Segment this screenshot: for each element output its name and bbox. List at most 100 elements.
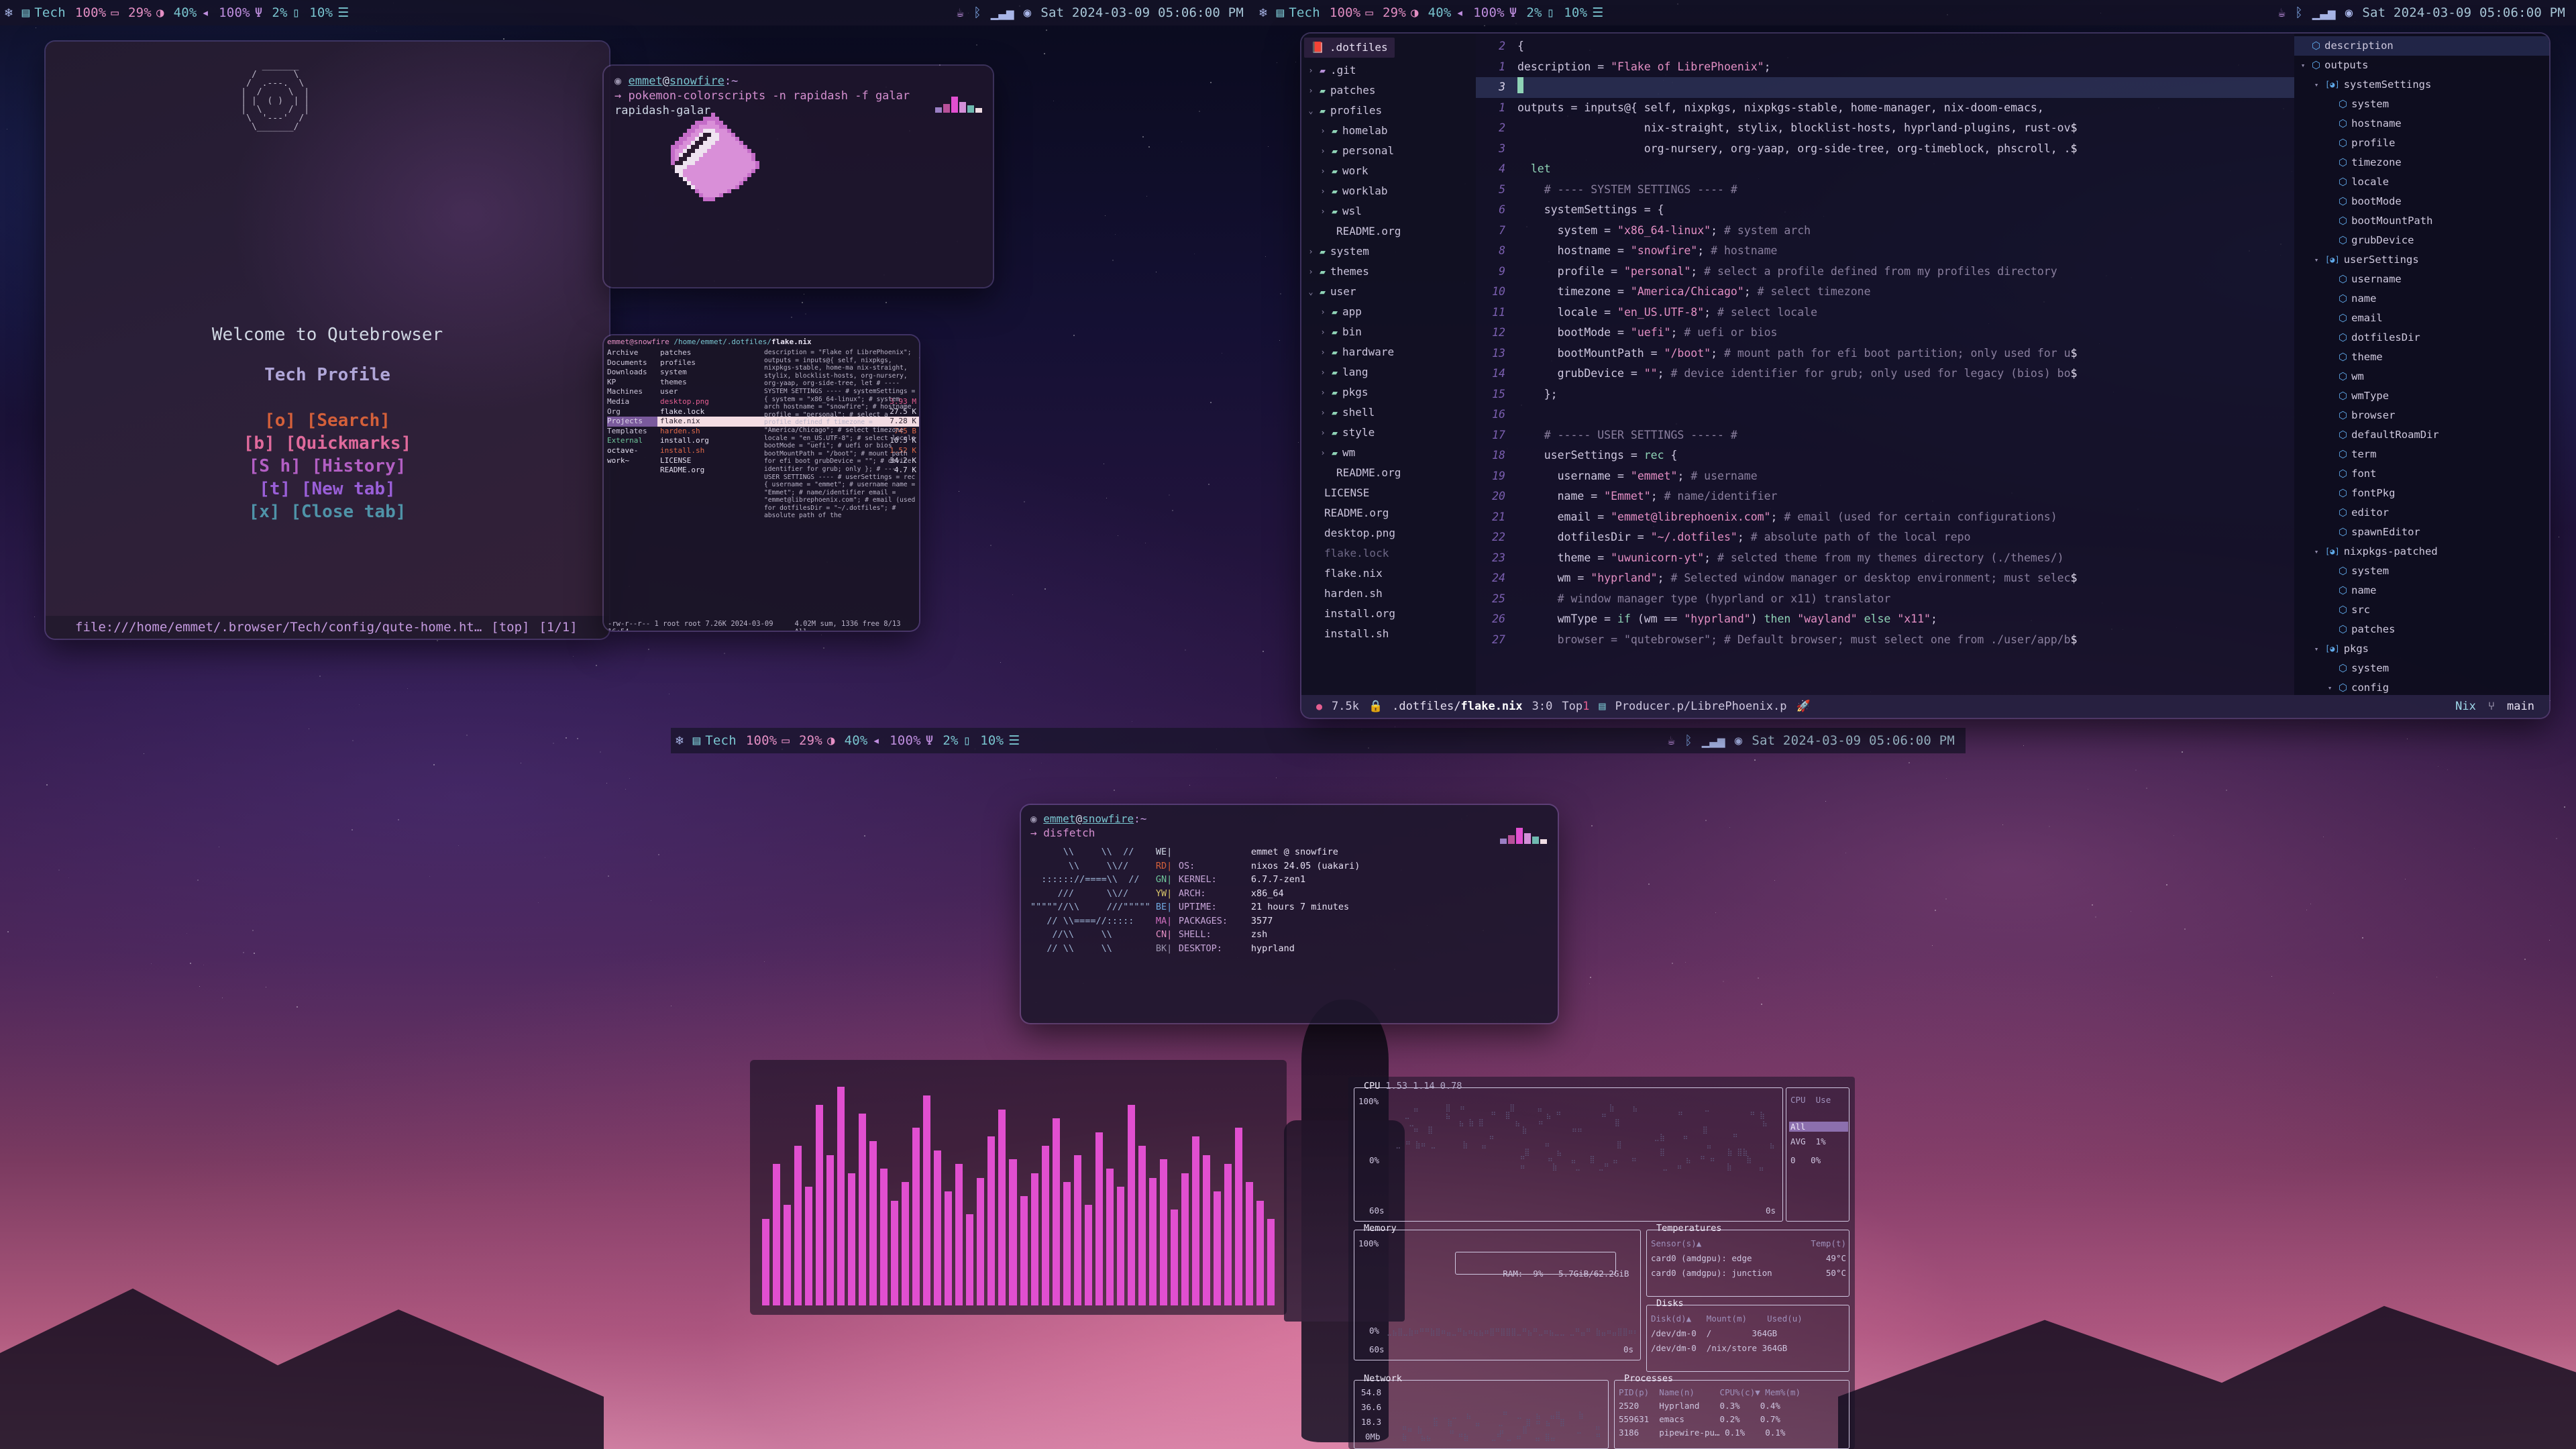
list-item[interactable]: External bbox=[607, 436, 657, 446]
code-line[interactable]: 9 profile = "personal"; # select a profi… bbox=[1476, 262, 2294, 282]
disfetch-terminal-window[interactable]: ◉ emmet@snowfire:~ → disfetch \\ \\ // \… bbox=[1021, 805, 1558, 1023]
outline-node-outputs[interactable]: ▾ ⬡ outputs bbox=[2294, 56, 2549, 75]
ranger-parent-column[interactable]: Archive Documents Downloads KP Machines Media… bbox=[604, 348, 657, 476]
treemacs-root[interactable]: 📕 .dotfiles bbox=[1304, 38, 1395, 58]
disc-icon-2[interactable]: ◉ bbox=[2345, 7, 2353, 19]
outline-node-wmtype[interactable]: ⬡ wmType bbox=[2294, 386, 2549, 406]
code-line[interactable]: 16 bbox=[1476, 405, 2294, 425]
network-signal-icon[interactable]: ▁▃▅ bbox=[991, 7, 1014, 19]
list-item[interactable]: KP bbox=[607, 378, 657, 388]
emacs-window[interactable]: 📕 .dotfiles › ▰ .git › ▰ patches ⌄ ▰ profiles › ▰ h… bbox=[1301, 34, 2549, 718]
list-item[interactable]: Media bbox=[607, 397, 657, 407]
treemacs-node-license[interactable]: LICENSE bbox=[1301, 483, 1476, 503]
list-item[interactable]: Downloads bbox=[607, 368, 657, 378]
btop-system-monitor[interactable]: CPU 1.53 1.14 0.78 100% 0% ⣤ ⣿ ⠶ ⣿ ⣤ ⣷ ⣦… bbox=[1348, 1077, 1855, 1449]
network-signal-icon-2[interactable]: ▁▃▅ bbox=[2312, 7, 2336, 19]
bar-module-nix[interactable]: ❄ bbox=[0, 7, 17, 19]
bar-module-volume[interactable]: 100% Ψ bbox=[214, 5, 267, 20]
code-line[interactable]: 1 outputs = inputs@{ self, nixpkgs, nixpk… bbox=[1476, 98, 2294, 119]
treemacs-node-wm[interactable]: › ▰ wm bbox=[1301, 443, 1476, 463]
outline-node-bootmountpath[interactable]: ⬡ bootMountPath bbox=[2294, 211, 2549, 231]
treemacs-node-homelab[interactable]: › ▰ homelab bbox=[1301, 121, 1476, 141]
code-line[interactable]: 10 timezone = "America/Chicago"; # selec… bbox=[1476, 282, 2294, 303]
bar2-module-battery[interactable]: 100% ▭ bbox=[1325, 5, 1378, 20]
treemacs-node-flake-lock[interactable]: flake.lock bbox=[1301, 543, 1476, 564]
outline-node-systemsettings[interactable]: ▾ [◕] systemSettings bbox=[2294, 75, 2549, 95]
ranger-file-manager[interactable]: emmet@snowfire /home/emmet/.dotfiles/fla… bbox=[604, 335, 919, 631]
code-line[interactable]: 4 let bbox=[1476, 159, 2294, 180]
treemacs-node-patches[interactable]: › ▰ patches bbox=[1301, 80, 1476, 101]
treemacs-node-desktop-png[interactable]: desktop.png bbox=[1301, 523, 1476, 543]
code-line[interactable]: 2{ bbox=[1476, 36, 2294, 57]
outline-node-config[interactable]: ▾ ⬡ config bbox=[2294, 678, 2549, 695]
treemacs-node-readme-org[interactable]: README.org bbox=[1301, 463, 1476, 483]
treemacs-node-profiles[interactable]: ⌄ ▰ profiles bbox=[1301, 101, 1476, 121]
treemacs-node-personal[interactable]: › ▰ personal bbox=[1301, 141, 1476, 161]
code-line[interactable]: 11 locale = "en_US.UTF-8"; # select loca… bbox=[1476, 303, 2294, 323]
list-item[interactable]: octave-work~ bbox=[607, 446, 657, 466]
table-row[interactable]: 559631 emacs 0.2% 0.7% bbox=[1619, 1414, 1780, 1424]
bluetooth-icon-2[interactable]: ᛒ bbox=[2295, 7, 2303, 19]
outline-node-email[interactable]: ⬡ email bbox=[2294, 309, 2549, 328]
code-line[interactable]: 23 theme = "uwunicorn-yt"; # selcted the… bbox=[1476, 548, 2294, 569]
outline-node-description[interactable]: ⬡ description bbox=[2294, 36, 2549, 56]
pokemon-terminal-window[interactable]: ◉ emmet@snowfire:~ → pokemon-colorscript… bbox=[604, 66, 993, 287]
outline-node-editor[interactable]: ⬡ editor bbox=[2294, 503, 2549, 523]
qutebrowser-window[interactable]: _______ / \ / .---. \ | / \ | | | ( ) | … bbox=[46, 42, 609, 639]
list-item[interactable]: Projects bbox=[607, 417, 657, 427]
treemacs-node-user[interactable]: ⌄ ▰ user bbox=[1301, 282, 1476, 302]
code-line[interactable]: 12 bootMode = "uefi"; # uefi or bios bbox=[1476, 323, 2294, 343]
outline-node-fontpkg[interactable]: ⬡ fontPkg bbox=[2294, 484, 2549, 503]
treemacs-node-work[interactable]: › ▰ work bbox=[1301, 161, 1476, 181]
bluetooth-icon[interactable]: ᛒ bbox=[973, 7, 981, 19]
bar2-module-volume[interactable]: 100% Ψ bbox=[1468, 5, 1521, 20]
disc-icon-3[interactable]: ◉ bbox=[1735, 735, 1743, 747]
treemacs-node-install-sh[interactable]: install.sh bbox=[1301, 624, 1476, 644]
outline-node-hostname[interactable]: ⬡ hostname bbox=[2294, 114, 2549, 133]
disk-headers[interactable]: Disk(d)▲ Mount(m) Used(u) bbox=[1651, 1313, 1803, 1324]
code-line[interactable]: 7 system = "x86_64-linux"; # system arch bbox=[1476, 221, 2294, 241]
code-line[interactable]: 1 description = "Flake of LibrePhoenix"; bbox=[1476, 57, 2294, 78]
code-line[interactable]: 22 dotfilesDir = "~/.dotfiles"; # absolu… bbox=[1476, 527, 2294, 548]
code-line[interactable]: 3 bbox=[1476, 77, 2294, 98]
coffee-off-icon-2[interactable]: ☕ bbox=[2278, 7, 2286, 19]
outline-node-locale[interactable]: ⬡ locale bbox=[2294, 172, 2549, 192]
code-line[interactable]: 13 bootMountPath = "/boot"; # mount path… bbox=[1476, 343, 2294, 364]
table-row[interactable]: 3186 pipewire-pu… 0.1% 0.1% bbox=[1619, 1428, 1785, 1438]
outline-node-grubdevice[interactable]: ⬡ grubDevice bbox=[2294, 231, 2549, 250]
bar3-module-nix[interactable]: ❄ bbox=[671, 735, 688, 747]
bar-module-workspace[interactable]: ▤ Tech bbox=[17, 5, 70, 20]
treemacs-node-style[interactable]: › ▰ style bbox=[1301, 423, 1476, 443]
list-item[interactable]: Templates bbox=[607, 427, 657, 437]
outline-node-spawneditor[interactable]: ⬡ spawnEditor bbox=[2294, 523, 2549, 542]
outline-node-dotfilesdir[interactable]: ⬡ dotfilesDir bbox=[2294, 328, 2549, 347]
code-line[interactable]: 15 }; bbox=[1476, 384, 2294, 405]
bar2-module-mic[interactable]: 2% ▯ bbox=[1521, 5, 1559, 20]
cpu-core-all[interactable]: All bbox=[1789, 1122, 1848, 1132]
treemacs-node-app[interactable]: › ▰ app bbox=[1301, 302, 1476, 322]
code-line[interactable]: 6 systemSettings = { bbox=[1476, 200, 2294, 221]
treemacs-node-install-org[interactable]: install.org bbox=[1301, 604, 1476, 624]
outline-node-browser[interactable]: ⬡ browser bbox=[2294, 406, 2549, 425]
treemacs-node-pkgs[interactable]: › ▰ pkgs bbox=[1301, 382, 1476, 402]
outline-node-usersettings[interactable]: ▾ [◕] userSettings bbox=[2294, 250, 2549, 270]
code-line[interactable]: 18 userSettings = rec { bbox=[1476, 445, 2294, 466]
bar2-module-cpu[interactable]: 29% ◑ bbox=[1378, 5, 1424, 20]
shortcut-item-3[interactable]: [t] [New tab] bbox=[46, 478, 609, 500]
treemacs-node-readme-org[interactable]: README.org bbox=[1301, 221, 1476, 241]
outline-node-theme[interactable]: ⬡ theme bbox=[2294, 347, 2549, 367]
bar3-module-memory[interactable]: 40% ◂ bbox=[840, 733, 885, 748]
code-line[interactable]: 19 username = "emmet"; # username bbox=[1476, 466, 2294, 487]
network-signal-icon-3[interactable]: ▁▃▅ bbox=[1702, 735, 1725, 747]
bar3-module-cpu[interactable]: 29% ◑ bbox=[794, 733, 840, 748]
code-line[interactable]: 17 # ----- USER SETTINGS ----- # bbox=[1476, 425, 2294, 446]
treemacs-node-lang[interactable]: › ▰ lang bbox=[1301, 362, 1476, 382]
outline-node-patches[interactable]: ⬡ patches bbox=[2294, 620, 2549, 639]
outline-node-system[interactable]: ⬡ system bbox=[2294, 659, 2549, 678]
code-line[interactable]: 21 email = "emmet@librephoenix.com"; # e… bbox=[1476, 507, 2294, 528]
proc-headers[interactable]: PID(p) Name(n) CPU%(c)▼ Mem%(m) bbox=[1619, 1387, 1801, 1397]
bar2-module-nix[interactable]: ❄ bbox=[1254, 7, 1272, 19]
bar2-module-workspace[interactable]: ▤ Tech bbox=[1272, 5, 1325, 20]
code-line[interactable]: 3 org-nursery, org-yaap, org-side-tree, … bbox=[1476, 139, 2294, 160]
bar3-module-mic[interactable]: 2% ▯ bbox=[938, 733, 975, 748]
